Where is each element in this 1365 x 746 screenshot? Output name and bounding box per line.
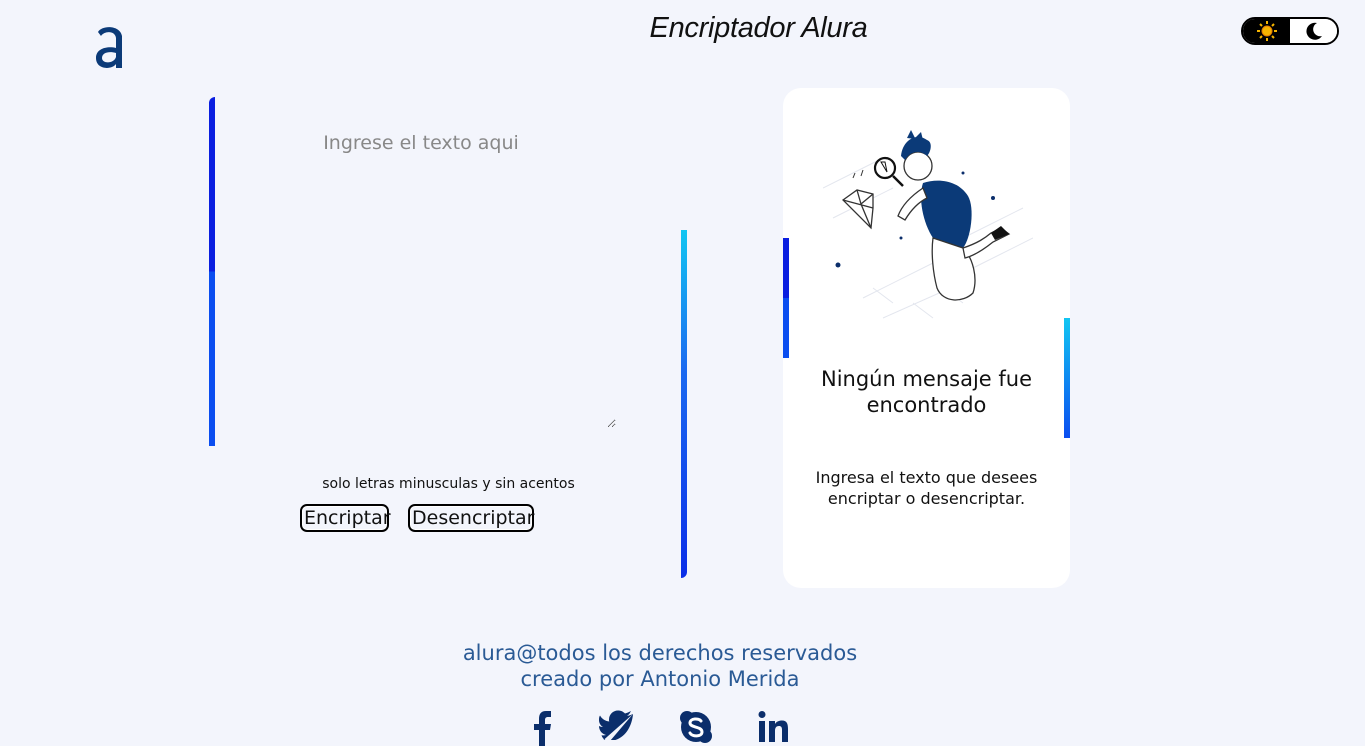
dark-mode-button[interactable] — [1290, 19, 1337, 43]
text-input[interactable] — [226, 118, 616, 428]
facebook-icon[interactable] — [524, 710, 560, 746]
accent-bar-card-right — [1064, 318, 1070, 438]
accent-bar-card-left — [783, 238, 789, 358]
result-description: Ingresa el texto que desees encriptar o … — [815, 468, 1038, 508]
app-title: Encriptador Alura — [649, 12, 868, 44]
linkedin-icon[interactable] — [755, 710, 791, 746]
result-card: Ningún mensaje fue encontrado Ingresa el… — [783, 88, 1070, 588]
accent-bar-middle — [681, 230, 687, 578]
encrypt-button[interactable]: Encriptar — [300, 504, 391, 532]
search-person-illustration — [823, 130, 1033, 319]
light-mode-button[interactable] — [1243, 19, 1290, 43]
result-title: Ningún mensaje fue encontrado — [820, 367, 1033, 417]
skype-icon[interactable] — [678, 710, 714, 746]
accent-bar-left — [209, 97, 215, 446]
footer-copyright: alura@todos los derechos reservados — [462, 641, 858, 665]
input-hint: solo letras minusculas y sin acentos — [322, 476, 575, 492]
decrypt-button[interactable]: Desencriptar — [408, 504, 534, 532]
sun-icon — [1256, 21, 1277, 41]
twitter-icon[interactable] — [598, 710, 634, 746]
moon-icon — [1305, 22, 1322, 40]
theme-toggle[interactable] — [1241, 17, 1339, 45]
footer-author: creado por Antonio Merida — [520, 667, 800, 691]
